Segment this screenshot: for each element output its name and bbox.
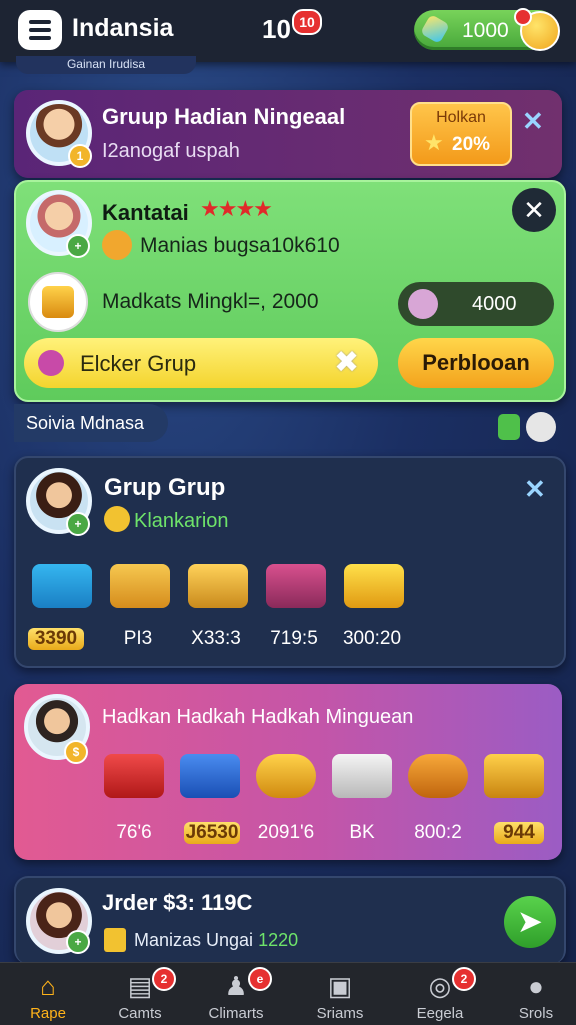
truck-icon[interactable] <box>260 558 332 614</box>
nav-item-profile[interactable]: ● Srols <box>488 963 576 1025</box>
sticker-group-field[interactable]: Elcker Grup ✖ <box>24 338 378 388</box>
reward-pill[interactable]: 4000 <box>398 282 554 326</box>
grup-card: + Grup Grup Klankarion ✕ 3390 PI​3 X33:3… <box>14 456 566 668</box>
machine-icon[interactable] <box>326 748 398 804</box>
app-title: Indansia <box>72 14 174 42</box>
nav-badge: e <box>248 967 272 991</box>
nav-label: Camts <box>118 1005 162 1022</box>
rating-stars: ★★★★ <box>200 196 273 221</box>
add-friend-icon[interactable]: + <box>66 930 90 954</box>
kantatai-card: + Kantatai ★★★★ Manias bugsa10k610 Madka… <box>14 180 566 402</box>
gift-icon[interactable] <box>498 414 520 440</box>
gem-icon <box>419 13 451 45</box>
sticker-group-label: Elcker Grup <box>80 351 197 376</box>
honey-pot-icon[interactable] <box>402 748 474 804</box>
coin-value: 1000 <box>462 19 509 42</box>
bottom-nav: ⌂ Rape ▤ 2 Camts ♟ e Climarts ▣ Sriams ◎… <box>0 962 576 1025</box>
coin-pot-icon[interactable] <box>250 748 322 804</box>
reward-label: PI​3 <box>123 628 153 649</box>
nav-item-home[interactable]: ⌂ Rape <box>0 963 96 1025</box>
card-subtitle: Manizas Ungai 1220 <box>134 930 299 950</box>
promo-value: 20% <box>452 134 491 155</box>
close-icon[interactable]: ✕ <box>524 474 546 505</box>
coin-icon: $ <box>64 740 88 764</box>
gold-gift-icon[interactable] <box>338 558 410 614</box>
red-chest-icon[interactable] <box>98 748 170 804</box>
reward-label: 719:5 <box>270 628 318 649</box>
book-icon <box>104 928 126 952</box>
player-name: Kantatai <box>102 200 189 225</box>
add-friend-icon[interactable]: + <box>66 512 90 536</box>
card-title: Grup Grup <box>104 474 226 501</box>
level-coin-icon: 1 <box>68 144 92 168</box>
people-icon: ♟ <box>224 971 248 1001</box>
nav-item-screen[interactable]: ▣ Sriams <box>292 963 388 1025</box>
card-title: Hadkan Hadkah Hadkah Minguean <box>102 706 414 728</box>
player-level: 10 <box>262 14 291 44</box>
nav-label: Climarts <box>208 1005 264 1022</box>
card-title: Jrder $3: 119C <box>102 890 253 915</box>
nav-item-people[interactable]: ♟ e Climarts <box>188 963 284 1025</box>
flower-icon <box>38 350 64 376</box>
promo-label: Holkan <box>436 109 486 126</box>
reward-label: BK <box>349 822 375 843</box>
nav-badge: 2 <box>152 967 176 991</box>
top-bar: Indansia 10 10 1000 <box>0 0 576 62</box>
badge-icon <box>104 506 130 532</box>
skull-icon[interactable] <box>526 412 556 442</box>
nav-item-target[interactable]: ◎ 2 Eegela <box>392 963 488 1025</box>
nav-badge: 2 <box>452 967 476 991</box>
reward-label: 3390 <box>28 628 84 650</box>
reward-label: 944 <box>494 822 544 844</box>
nav-label: Srols <box>518 1005 554 1022</box>
group-invite-card[interactable]: 1 Gruup Hadian Ningeaal I2anogaf uspah H… <box>14 90 562 178</box>
menu-button[interactable] <box>18 10 62 50</box>
profile-icon: ● <box>528 971 544 1001</box>
gift-box-icon[interactable] <box>26 558 98 614</box>
reward-pill-value: 4000 <box>472 293 517 315</box>
nav-item-cards[interactable]: ▤ 2 Camts <box>92 963 188 1025</box>
info-line: Manias bugsa10k610 <box>140 234 340 257</box>
close-icon[interactable]: ✕ <box>522 106 544 137</box>
add-friend-icon[interactable]: + <box>66 234 90 258</box>
coin-balance[interactable]: 1000 <box>414 8 560 51</box>
gold-basket-icon[interactable] <box>174 748 246 804</box>
promo-badge[interactable]: Holkan ★ 20% <box>410 102 512 166</box>
screen-icon: ▣ <box>327 971 353 1001</box>
section-title: Soivia Mdnasa <box>14 404 168 442</box>
cards-icon: ▤ <box>127 971 153 1001</box>
reward-label: 800:2 <box>414 822 462 843</box>
emoji-icon <box>102 230 132 260</box>
hadkan-card: $ Hadkan Hadkah Hadkah Minguean 76'6 J65… <box>14 684 562 860</box>
clear-icon[interactable]: ✖ <box>334 345 359 380</box>
reward-label: 2091'6 <box>257 822 315 843</box>
notification-dot <box>514 8 532 26</box>
target-icon: ◎ <box>428 971 452 1001</box>
chest-icon <box>28 272 88 332</box>
reward-label: J6530 <box>184 822 240 844</box>
reward-label: 300:20 <box>342 628 402 649</box>
piggy-icon <box>408 289 438 319</box>
card-subtitle: I2anogaf uspah <box>102 140 240 162</box>
star-icon: ★ <box>424 130 444 155</box>
card-title: Gruup Hadian Ningeaal <box>102 104 346 129</box>
nav-label: Sriams <box>316 1005 364 1022</box>
reward-label: X33:3 <box>191 628 241 649</box>
reward-line: Madkats Mingkl=, 2000 <box>102 290 319 313</box>
nav-label: Rape <box>30 1005 66 1022</box>
card-subtitle: Klankarion <box>134 510 229 532</box>
treasure-chest-icon[interactable] <box>478 748 550 804</box>
close-icon[interactable]: ✕ <box>512 188 556 232</box>
confirm-button[interactable]: Perblooan <box>398 338 554 388</box>
nav-label: Eegela <box>416 1005 464 1022</box>
block-tray-icon[interactable] <box>182 558 254 614</box>
go-button[interactable]: ➤ <box>504 896 556 948</box>
level-badge: 10 <box>292 9 322 35</box>
hint-tab: Gainan Irudisa <box>16 56 196 74</box>
jrder-card: + Jrder $3: 119C Manizas Ungai 1220 ➤ <box>14 876 566 964</box>
reward-label: 76'6 <box>116 822 152 843</box>
toy-blocks-icon[interactable] <box>104 558 176 614</box>
home-icon: ⌂ <box>40 971 56 1001</box>
